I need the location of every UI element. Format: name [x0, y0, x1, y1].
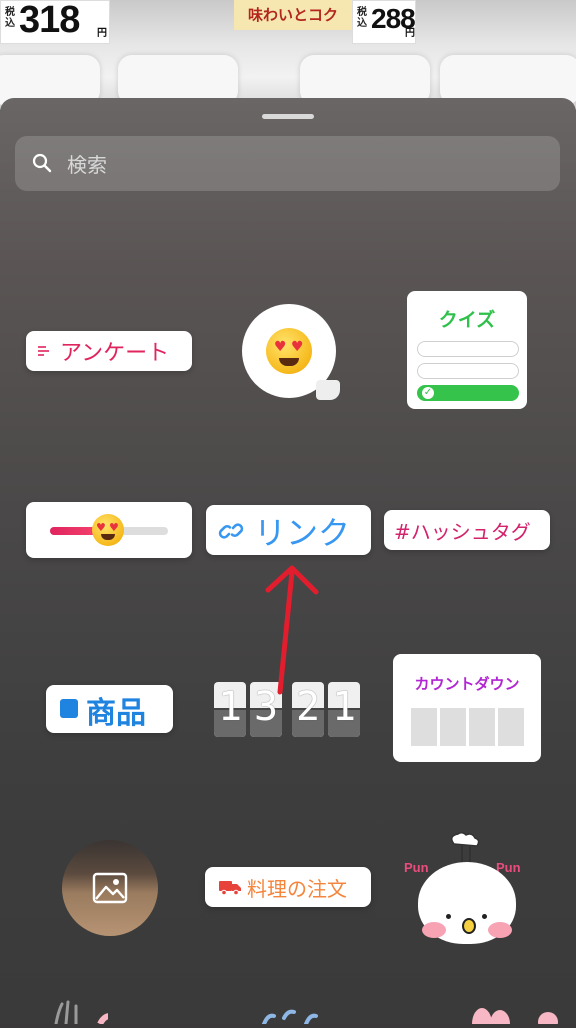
- annotation-arrow-icon: [265, 565, 319, 695]
- price-tag-price: 318: [19, 0, 80, 41]
- sticker-partial[interactable]: [48, 998, 111, 1026]
- emoji-reaction-sticker[interactable]: ♥ ♥: [242, 304, 340, 400]
- price-tag: 税込 288 円: [352, 0, 416, 44]
- character-sticker[interactable]: Pun Pun: [392, 832, 544, 944]
- character-nose: [462, 918, 476, 934]
- search-bar[interactable]: [15, 136, 560, 193]
- steam-icon: [451, 832, 480, 862]
- link-label: リンク: [254, 514, 351, 552]
- quiz-label: クイズ: [438, 309, 496, 331]
- countdown-box: [440, 708, 466, 746]
- countdown-sticker[interactable]: カウントダウン: [393, 654, 541, 762]
- background-camera-photo: 税込 318 円 味わいとコク 税込 288 円: [0, 0, 576, 110]
- countdown-box: [498, 708, 524, 746]
- drag-handle[interactable]: [262, 114, 314, 119]
- quiz-option: [417, 341, 519, 357]
- quiz-sticker[interactable]: クイズ ✓: [407, 291, 527, 409]
- image-icon: [92, 872, 128, 904]
- pun-label: Pun: [404, 860, 429, 875]
- price-tag-yen: 円: [405, 28, 415, 39]
- countdown-label: カウントダウン: [414, 675, 520, 693]
- bubble-tail: [316, 380, 340, 400]
- sticker-partial[interactable]: [256, 998, 336, 1026]
- poll-label: アンケート: [60, 341, 170, 366]
- quiz-option: [417, 363, 519, 379]
- clock-digit: 1: [328, 682, 360, 737]
- search-icon: [32, 153, 52, 173]
- countdown-box: [411, 708, 437, 746]
- sticker-partial[interactable]: [460, 998, 560, 1028]
- product-sticker[interactable]: 商品: [46, 685, 173, 733]
- character-eye: [482, 914, 487, 919]
- heart-eyes-emoji-icon: ♥ ♥: [266, 328, 312, 374]
- character-eye: [446, 914, 451, 919]
- character-cheek: [422, 922, 446, 938]
- photo-sticker[interactable]: [62, 840, 158, 936]
- quiz-option-correct: ✓: [417, 385, 519, 401]
- heart-eyes-emoji-icon: ♥ ♥: [92, 514, 124, 546]
- character-cheek: [488, 922, 512, 938]
- price-tag: 税込 318 円: [0, 0, 110, 44]
- clock-digit: 1: [214, 682, 246, 737]
- poll-lines-icon: [38, 346, 49, 356]
- poll-sticker[interactable]: アンケート: [26, 331, 192, 371]
- hashtag-sticker[interactable]: #ハッシュタグ: [384, 510, 550, 550]
- delivery-truck-icon: [219, 881, 241, 895]
- food-order-label: 料理の注文: [247, 877, 347, 901]
- character-body: [418, 862, 516, 944]
- check-icon: ✓: [422, 387, 434, 399]
- shopping-bag-icon: [60, 699, 78, 718]
- hashtag-label: #ハッシュタグ: [394, 520, 531, 544]
- countdown-box: [469, 708, 495, 746]
- food-order-sticker[interactable]: 料理の注文: [205, 867, 371, 907]
- link-icon: [218, 523, 244, 539]
- emoji-slider-sticker[interactable]: ♥ ♥: [26, 502, 192, 558]
- price-tag-yen: 円: [97, 28, 107, 39]
- product-label: 商品: [86, 696, 146, 731]
- price-tag-tax-label: 税込: [5, 7, 15, 29]
- price-tag-tax-label: 税込: [357, 7, 367, 29]
- flavor-tag: 味わいとコク: [234, 0, 352, 30]
- search-input[interactable]: [65, 136, 549, 193]
- link-sticker[interactable]: リンク: [206, 505, 371, 555]
